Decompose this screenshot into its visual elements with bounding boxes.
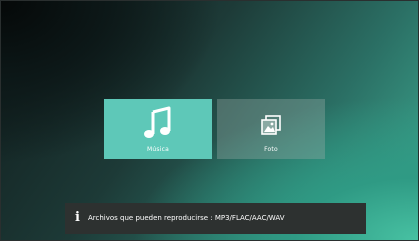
photo-gallery-icon <box>261 115 281 135</box>
music-tile[interactable]: Música <box>104 99 212 159</box>
info-icon: i <box>75 210 80 225</box>
photo-tile-label: Foto <box>264 146 278 153</box>
music-tile-label: Música <box>147 146 169 153</box>
supported-formats-bar: i Archivos que pueden reproducirse : MP3… <box>65 203 366 234</box>
music-note-icon <box>144 106 171 138</box>
supported-formats-text: Archivos que pueden reproducirse : MP3/F… <box>88 214 285 222</box>
media-menu-screen: Música Foto i Archivos que pueden reprod… <box>0 0 419 241</box>
photo-tile[interactable]: Foto <box>217 99 325 159</box>
